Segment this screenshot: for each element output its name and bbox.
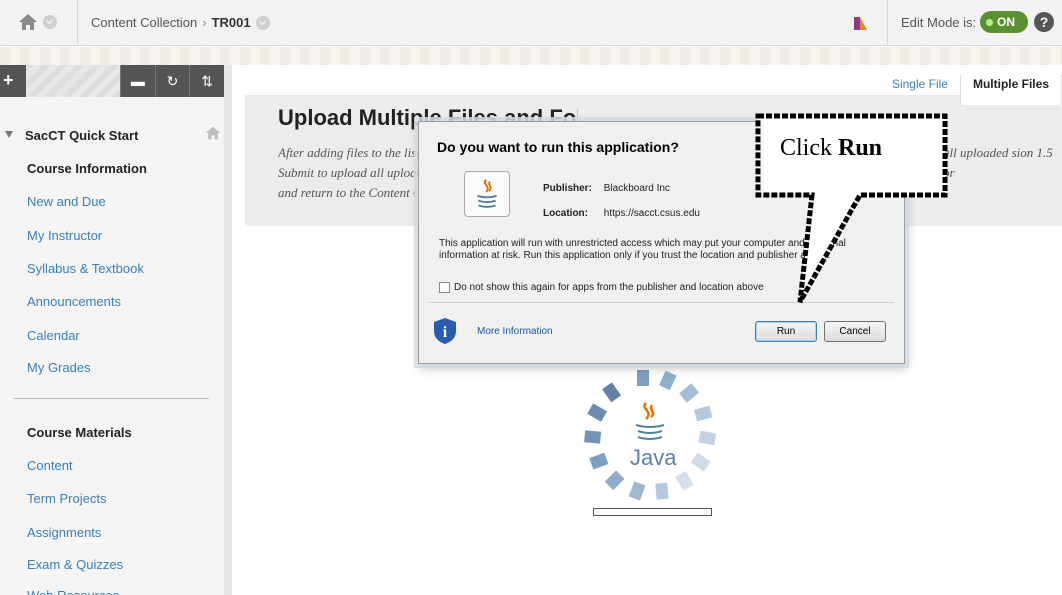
divider [429,302,894,303]
collapse-caret-icon[interactable] [5,131,13,138]
course-title[interactable]: SacCT Quick Start [25,128,138,143]
security-warning-text: This application will run with unrestric… [439,238,846,261]
sidebar-item-syllabus[interactable]: Syllabus & Textbook [27,261,144,276]
menu-heading-course-materials: Course Materials [27,425,132,440]
menu-heading-course-information: Course Information [27,161,147,176]
chevron-down-icon[interactable] [43,15,57,29]
sidebar-item-content[interactable]: Content [27,458,73,473]
location-row: Location: https://sacct.csus.edu [543,208,700,219]
sidebar-item-assignments[interactable]: Assignments [27,525,101,540]
tab-multiple-files[interactable]: Multiple Files [959,75,1062,105]
java-cup-icon [635,402,665,440]
course-menu: + ▬ ↻ ⇅ SacCT Quick Start Course Informa… [0,65,232,595]
java-logo-label: Java [630,445,677,470]
sidebar-item-announcements[interactable]: Announcements [27,294,121,309]
run-button[interactable]: Run [755,321,817,342]
help-icon[interactable]: ? [1034,12,1054,32]
publisher-label: Publisher: [543,183,592,194]
home-icon[interactable] [18,12,38,32]
breadcrumb-item-content-collection[interactable]: Content Collection [91,15,197,30]
java-loading-spinner [584,370,717,501]
edit-mode-value: ON [997,15,1015,29]
svg-text:i: i [443,324,448,341]
sidebar-item-term-projects[interactable]: Term Projects [27,491,106,506]
sidebar-item-calendar[interactable]: Calendar [27,328,80,343]
breadcrumb-item-current: TR001 [211,15,251,30]
divider [77,0,78,46]
page-description-continued: all uploaded sion 1.5 or [943,145,1053,180]
info-shield-icon: i [434,318,456,344]
home-menu[interactable] [18,12,57,32]
dialog-title: Do you want to run this application? [437,139,679,155]
java-icon [464,171,510,217]
edit-mode-toggle[interactable]: ON [980,11,1028,33]
location-label: Location: [543,208,588,219]
chevron-down-icon[interactable] [255,15,270,30]
callout-text: Click Run [780,135,882,162]
breadcrumb: Content Collection › TR001 [91,15,270,30]
edit-mode-label: Edit Mode is: [901,15,977,30]
more-information-link[interactable]: More Information [477,326,553,337]
location-value: https://sacct.csus.edu [603,208,700,219]
sidebar-item-new-and-due[interactable]: New and Due [27,194,106,209]
sidebar-item-web-resources[interactable]: Web Resources [27,587,119,595]
sidebar-item-exams-quizzes[interactable]: Exam & Quizzes [27,557,123,572]
callout-prefix: Click [780,135,832,161]
decorative-strip [0,47,1062,65]
sidebar-item-my-instructor[interactable]: My Instructor [27,228,102,243]
loading-progress-bar [593,508,712,516]
home-icon[interactable] [205,125,221,141]
checkbox-box[interactable] [439,282,450,293]
toolbar-button-group: ▬ ↻ ⇅ [120,65,224,97]
sort-icon[interactable]: ⇅ [189,65,224,97]
sidebar-item-my-grades[interactable]: My Grades [27,360,91,375]
toggle-indicator [986,18,993,26]
tab-single-file[interactable]: Single File [880,75,960,105]
breadcrumb-bar: Content Collection › TR001 Edit Mode is:… [0,0,1062,46]
menu-divider [14,398,209,399]
refresh-icon[interactable]: ↻ [154,65,190,97]
publisher-value: Blackboard Inc [603,183,670,194]
display-view-icon[interactable]: ▬ [120,65,155,97]
add-menu-item-button[interactable]: + [0,65,26,97]
divider [887,0,888,46]
upload-mode-tabs: Single File Multiple Files [880,75,1062,105]
breadcrumb-separator: › [202,15,207,30]
course-menu-toolbar: + ▬ ↻ ⇅ [0,65,224,97]
checkbox-label: Do not show this again for apps from the… [454,282,764,293]
color-palette-icon[interactable] [852,15,868,31]
callout-emphasis: Run [838,135,883,161]
cancel-button[interactable]: Cancel [824,321,886,342]
do-not-show-checkbox[interactable]: Do not show this again for apps from the… [439,282,764,293]
publisher-row: Publisher: Blackboard Inc [543,183,670,194]
